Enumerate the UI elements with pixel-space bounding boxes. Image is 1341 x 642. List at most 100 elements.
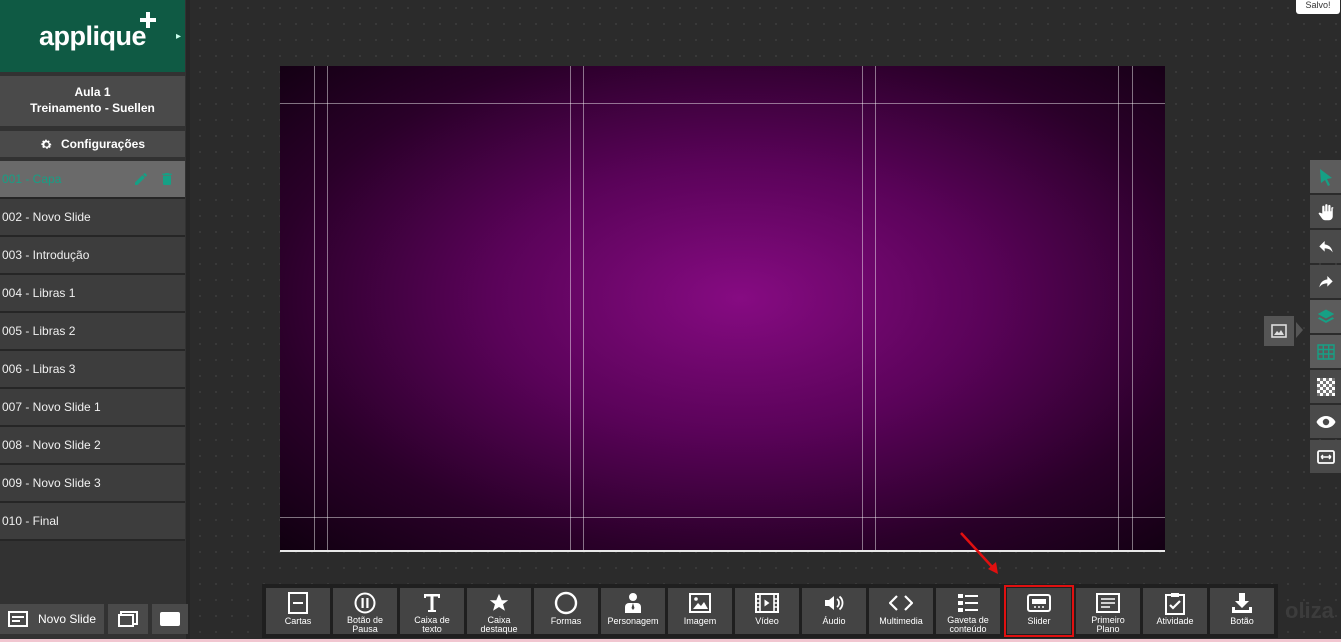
course-subtitle: Treinamento - Suellen bbox=[30, 101, 155, 115]
select-tool[interactable] bbox=[1310, 160, 1341, 193]
foreground-label: Primeiro Plano bbox=[1091, 615, 1125, 634]
layers-icon bbox=[1317, 309, 1334, 323]
background-image-button[interactable] bbox=[1264, 316, 1294, 346]
gear-icon bbox=[41, 139, 52, 149]
pause-label: Botão de Pausa bbox=[346, 615, 384, 634]
trash-icon[interactable] bbox=[159, 171, 175, 187]
highlight-box-button[interactable]: Caixa destaque bbox=[467, 588, 531, 634]
caret-icon bbox=[1296, 322, 1303, 338]
grid-button[interactable] bbox=[1310, 335, 1341, 368]
pencil-icon[interactable] bbox=[133, 171, 149, 187]
pan-tool[interactable] bbox=[1310, 195, 1341, 228]
slide-template-button[interactable] bbox=[108, 604, 148, 634]
foreground-button[interactable]: Primeiro Plano bbox=[1076, 588, 1140, 634]
slide-item[interactable]: 005 - Libras 2 bbox=[0, 313, 185, 351]
logo-text: applique bbox=[38, 20, 147, 51]
text-box-button[interactable]: Caixa de texto bbox=[400, 588, 464, 634]
slide-canvas[interactable] bbox=[280, 66, 1165, 552]
image-icon bbox=[689, 593, 711, 613]
cards-icon bbox=[288, 592, 308, 614]
audio-button[interactable]: Áudio bbox=[802, 588, 866, 634]
character-label: Personagem bbox=[607, 616, 659, 626]
guide-line bbox=[875, 66, 876, 550]
highlight-box-label: Caixa destaque bbox=[480, 615, 518, 634]
grid-icon bbox=[1316, 343, 1335, 360]
slide-label: 004 - Libras 1 bbox=[2, 286, 76, 300]
cards-button[interactable]: Cartas bbox=[266, 588, 330, 634]
foreground-icon bbox=[1096, 592, 1120, 613]
fit-icon bbox=[1316, 449, 1335, 464]
list-icon bbox=[958, 593, 978, 612]
slide-label: 009 - Novo Slide 3 bbox=[2, 476, 101, 490]
course-info: Aula 1 Treinamento - Suellen bbox=[0, 76, 185, 126]
guide-line bbox=[280, 103, 1165, 104]
activity-button[interactable]: Atividade bbox=[1143, 588, 1207, 634]
image-icon bbox=[1271, 324, 1287, 338]
undo-button[interactable] bbox=[1310, 230, 1341, 263]
character-button[interactable]: Personagem bbox=[601, 588, 665, 634]
hand-icon bbox=[1318, 203, 1333, 220]
fit-screen-button[interactable] bbox=[1310, 440, 1341, 473]
multimedia-button[interactable]: Multimedia bbox=[869, 588, 933, 634]
saved-status: Salvo! bbox=[1296, 0, 1340, 14]
slide-list: 001 - Capa 002 - Novo Slide 003 - Introd… bbox=[0, 161, 185, 541]
new-slide-icon bbox=[7, 611, 28, 627]
slide-item[interactable]: 010 - Final bbox=[0, 503, 185, 541]
slide-item[interactable]: 003 - Introdução bbox=[0, 237, 185, 275]
circle-icon bbox=[554, 591, 578, 615]
slide-item[interactable]: 001 - Capa bbox=[0, 161, 185, 199]
slide-tools bbox=[133, 171, 175, 187]
guide-line bbox=[862, 66, 863, 550]
content-drawer-button[interactable]: Gaveta de conteúdo bbox=[936, 588, 1000, 634]
button-button[interactable]: Botão bbox=[1210, 588, 1274, 634]
slide-label: 001 - Capa bbox=[2, 172, 62, 186]
slide-item[interactable]: 007 - Novo Slide 1 bbox=[0, 389, 185, 427]
clipboard-check-icon bbox=[1165, 593, 1185, 615]
pause-button[interactable]: Botão de Pausa bbox=[333, 588, 397, 634]
text-icon bbox=[424, 593, 440, 612]
right-toolbar bbox=[1310, 160, 1341, 475]
insert-toolbar: Cartas Botão de Pausa Caixa de texto Cai… bbox=[262, 584, 1278, 638]
slide-item[interactable]: 008 - Novo Slide 2 bbox=[0, 427, 185, 465]
slide-label: 010 - Final bbox=[2, 514, 59, 528]
settings-button[interactable]: Configurações bbox=[0, 131, 185, 157]
slide-item[interactable]: 004 - Libras 1 bbox=[0, 275, 185, 313]
template-icon bbox=[118, 611, 138, 627]
slide-item[interactable]: 006 - Libras 3 bbox=[0, 351, 185, 389]
sidebar: applique ▸ Aula 1 Treinamento - Suellen … bbox=[0, 0, 190, 642]
redo-icon bbox=[1318, 275, 1333, 287]
cards-label: Cartas bbox=[284, 616, 312, 626]
slide-item[interactable]: 002 - Novo Slide bbox=[0, 199, 185, 237]
video-button[interactable]: Vídeo bbox=[735, 588, 799, 634]
eye-icon bbox=[1316, 415, 1335, 428]
multimedia-label: Multimedia bbox=[879, 616, 923, 626]
transparency-button[interactable] bbox=[1310, 370, 1341, 403]
character-icon bbox=[625, 593, 641, 613]
slider-button[interactable]: Slider bbox=[1004, 585, 1074, 637]
guide-line bbox=[570, 66, 571, 550]
shapes-button[interactable]: Formas bbox=[534, 588, 598, 634]
slide-label: 007 - Novo Slide 1 bbox=[2, 400, 101, 414]
chevron-right-icon[interactable]: ▸ bbox=[176, 31, 181, 42]
slide-label: 008 - Novo Slide 2 bbox=[2, 438, 101, 452]
pause-icon bbox=[354, 592, 376, 613]
slide-item[interactable]: 009 - Novo Slide 3 bbox=[0, 465, 185, 503]
guide-line bbox=[280, 517, 1165, 518]
preview-button[interactable] bbox=[1310, 405, 1341, 438]
download-icon bbox=[1232, 593, 1252, 613]
slider-icon bbox=[1027, 594, 1051, 612]
redo-button[interactable] bbox=[1310, 265, 1341, 298]
speaker-icon bbox=[825, 595, 844, 611]
button-label: Botão bbox=[1230, 616, 1254, 626]
plus-icon bbox=[140, 12, 156, 28]
blank-slide-button[interactable] bbox=[152, 604, 188, 634]
image-label: Imagem bbox=[683, 616, 717, 626]
course-title: Aula 1 bbox=[74, 85, 111, 99]
logo[interactable]: applique ▸ bbox=[0, 0, 185, 72]
image-button[interactable]: Imagem bbox=[668, 588, 732, 634]
text-box-label: Caixa de texto bbox=[414, 615, 450, 634]
settings-label: Configurações bbox=[60, 137, 145, 151]
layers-button[interactable] bbox=[1310, 300, 1341, 333]
slide-label: 002 - Novo Slide bbox=[2, 210, 91, 224]
new-slide-button[interactable]: Novo Slide bbox=[0, 604, 104, 634]
